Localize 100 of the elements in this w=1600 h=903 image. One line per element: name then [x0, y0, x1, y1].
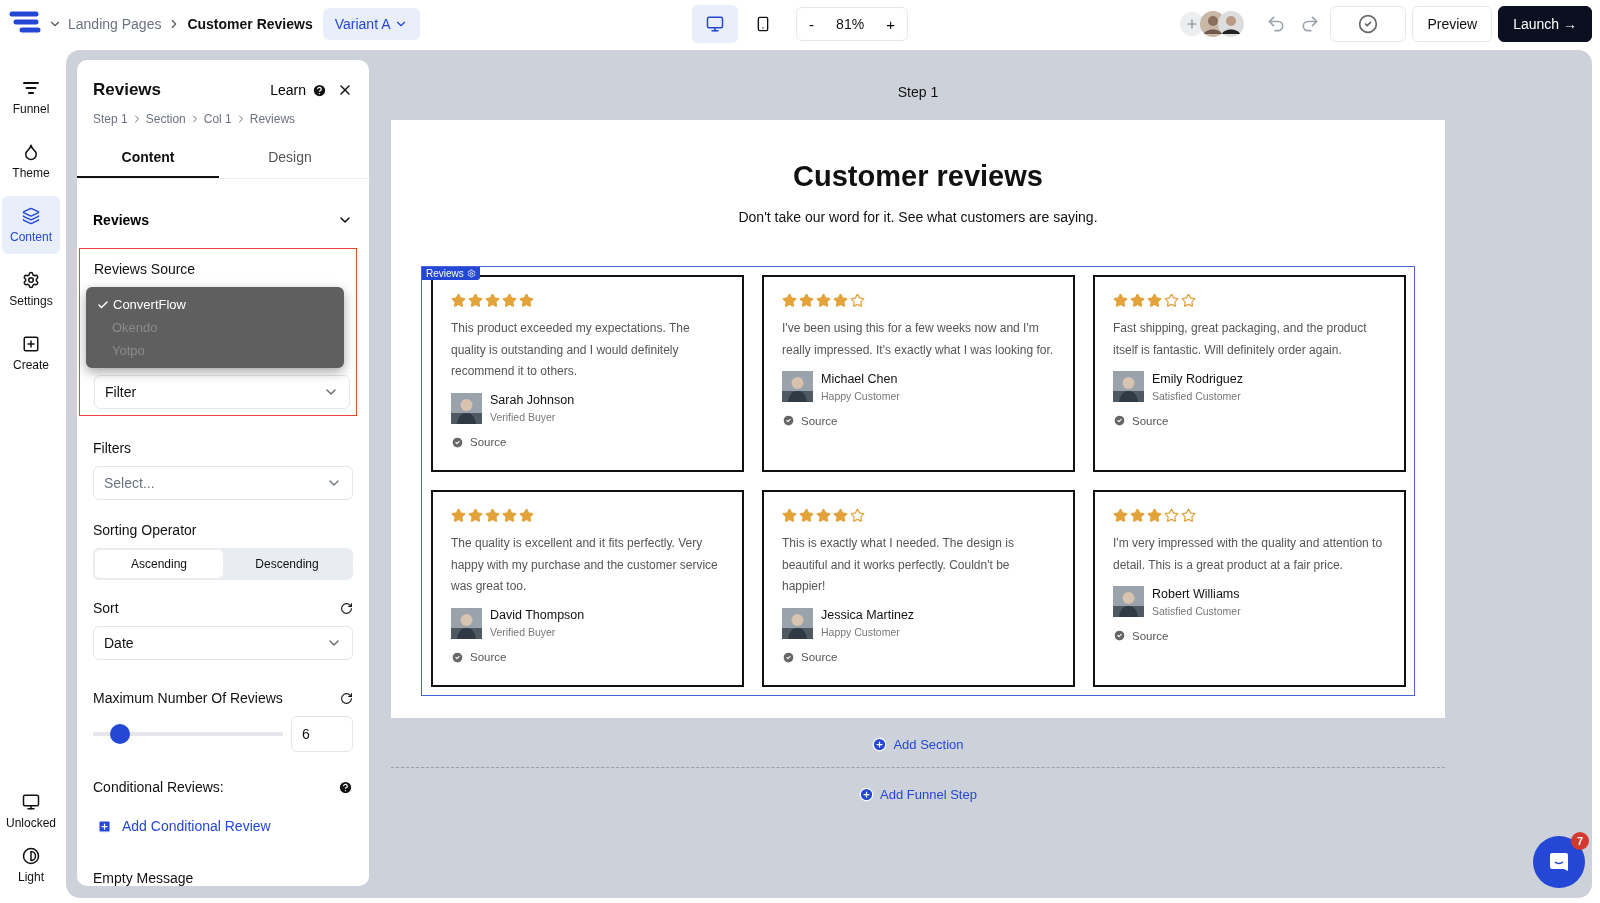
zoom-in-button[interactable]: +: [874, 8, 907, 40]
zoom-out-button[interactable]: -: [797, 8, 827, 40]
help-icon[interactable]: [338, 779, 353, 795]
source-label: Source: [470, 651, 507, 663]
reviewer-name: Michael Chen: [821, 371, 899, 386]
breadcrumb-item[interactable]: Landing Pages: [68, 16, 162, 32]
star-icon: [1130, 508, 1145, 523]
element-tag[interactable]: Reviews: [422, 267, 480, 280]
add-section-button[interactable]: Add Section: [866, 736, 970, 753]
layers-icon: [22, 206, 40, 225]
breadcrumb-item[interactable]: Col 1: [203, 112, 232, 126]
select-field[interactable]: Select...: [93, 466, 353, 500]
number-field[interactable]: 6: [291, 716, 353, 752]
check-button[interactable]: [1330, 6, 1407, 42]
star-icon: [782, 508, 797, 523]
source-label: Source: [1132, 629, 1169, 642]
star-icon: [502, 293, 517, 308]
gear-icon: [466, 269, 476, 278]
learn-link[interactable]: Learn: [270, 82, 327, 98]
segment-option[interactable]: Ascending: [95, 550, 223, 578]
star-icon: [799, 293, 814, 308]
panel-title: Reviews: [93, 80, 162, 100]
page-heading: Customer reviews: [793, 160, 1043, 193]
star-icon: [468, 293, 483, 308]
breadcrumb-item[interactable]: Step 1: [93, 112, 128, 126]
sidebar-item[interactable]: Theme: [2, 132, 60, 190]
laptop-icon: [706, 15, 725, 33]
check-circle-icon: [451, 650, 464, 664]
contrast-icon: [22, 846, 40, 865]
star-icon: [519, 508, 534, 523]
star-icon: [502, 508, 517, 523]
sidebar-item[interactable]: Content: [2, 196, 60, 254]
reviewer-role: Verified Buyer: [490, 626, 557, 638]
breadcrumb-item[interactable]: Reviews: [249, 112, 296, 126]
reviewer-name: Jessica Martinez: [821, 608, 915, 622]
star-icon: [519, 293, 534, 308]
monitor-icon: [22, 792, 40, 811]
plus-square-icon: [97, 818, 112, 834]
star-icon: [1147, 293, 1162, 308]
desktop-view-button[interactable]: [692, 5, 739, 43]
star-icon: [1181, 293, 1196, 308]
review-text: This is exactly what I needed. The design is beautiful and it works perfectly. Couldn't be happier!: [782, 535, 1015, 595]
variant-dropdown[interactable]: Variant A: [322, 8, 421, 40]
reviewer-role: Verified Buyer: [490, 411, 557, 423]
breadcrumb-item[interactable]: Section: [145, 112, 186, 126]
menu-item[interactable]: ConvertFlow: [86, 293, 344, 316]
sidebar-item[interactable]: Settings: [2, 260, 60, 318]
reviewer-name: Emily Rodriguez: [1152, 371, 1243, 386]
sidebar-item[interactable]: Light: [2, 841, 60, 889]
star-icon: [833, 293, 848, 308]
select-field[interactable]: Filter: [94, 375, 350, 409]
star-icon: [850, 293, 865, 308]
star-icon: [485, 293, 500, 308]
segment-option[interactable]: Descending: [223, 550, 351, 578]
page-subheading: Don't take our word for it. See what customers are saying.: [738, 209, 1098, 225]
star-icon: [451, 293, 466, 308]
star-icon: [850, 508, 865, 523]
add-funnel-step-button[interactable]: Add Funnel Step: [853, 786, 983, 803]
add-conditional-review-button[interactable]: Add Conditional Review: [93, 818, 275, 834]
avatar: [1218, 11, 1245, 37]
reset-icon[interactable]: [340, 691, 353, 705]
review-text: This product exceeded my expectations. The quality is outstanding and I would definitely recommend it to others.: [451, 320, 691, 380]
settings-icon: [22, 270, 40, 289]
notification-badge: 7: [1571, 832, 1589, 850]
reviewer-name: David Thompson: [490, 608, 585, 622]
reviewer-name: Robert Williams: [1152, 586, 1241, 601]
field-label: Reviews Source: [94, 261, 197, 277]
review-text: I'm very impressed with the quality and attention to detail. This is a great product at a fair price.: [1113, 535, 1384, 574]
star-icon: [1164, 508, 1179, 523]
star-icon: [451, 508, 466, 523]
check-circle-icon: [1358, 14, 1379, 34]
sidebar-item[interactable]: Funnel: [2, 68, 60, 126]
reviewer-role: Satisfied Customer: [1152, 389, 1242, 402]
reset-icon[interactable]: [340, 601, 353, 615]
field-label: Empty Message: [93, 870, 195, 886]
redo-icon: [1300, 14, 1321, 34]
star-icon: [816, 508, 831, 523]
star-icon: [816, 293, 831, 308]
tab[interactable]: Content: [77, 138, 219, 178]
reviewer-role: Happy Customer: [821, 389, 900, 402]
sidebar-item[interactable]: Create: [2, 324, 60, 382]
select-field[interactable]: Date: [93, 626, 353, 660]
star-icon: [468, 508, 483, 523]
step-label: Step 1: [897, 84, 939, 100]
check-circle-icon: [1113, 629, 1126, 642]
sidebar-item[interactable]: Unlocked: [2, 787, 60, 835]
star-icon: [1147, 508, 1162, 523]
preview-button[interactable]: Preview: [1412, 6, 1493, 42]
field-label: Maximum Number Of Reviews: [93, 690, 283, 706]
slider-thumb[interactable]: [110, 724, 130, 744]
star-icon: [1164, 293, 1179, 308]
check-circle-icon: [782, 414, 795, 427]
tab[interactable]: Design: [219, 138, 361, 178]
section-header[interactable]: Reviews: [77, 197, 369, 242]
droplet-icon: [22, 142, 40, 161]
review-text: I've been using this for a few weeks now and I'm really impressed. It's exactly what I was looking for.: [782, 320, 1055, 359]
star-icon: [782, 293, 797, 308]
check-circle-icon: [782, 650, 795, 664]
launch-button[interactable]: Launch →: [1498, 6, 1592, 42]
source-label: Source: [1132, 414, 1169, 427]
